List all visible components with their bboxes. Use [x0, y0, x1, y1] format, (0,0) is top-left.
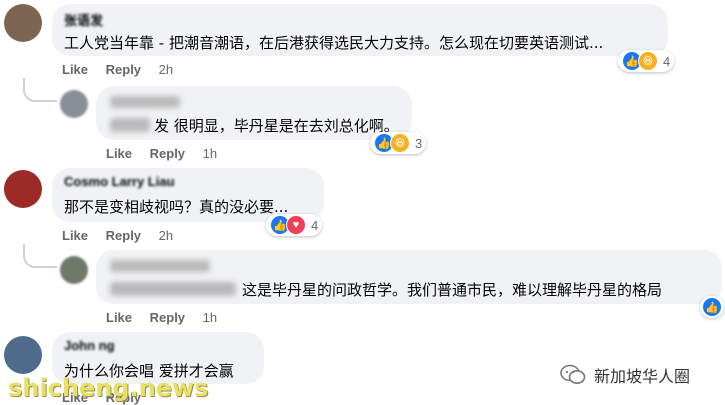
haha-reaction-icon: 😆	[390, 133, 410, 153]
reaction-summary[interactable]: 👍 😆 4	[618, 50, 675, 72]
site-watermark: shicheng.news	[8, 374, 209, 402]
love-reaction-icon: ♥	[286, 215, 306, 235]
like-reaction-icon: 👍	[702, 297, 722, 317]
comment-bubble: 张语发 工人党当年靠 - 把潮音潮语，在后港获得选民大力支持。怎么现在切要英语测…	[52, 4, 668, 56]
comment-text: 那不是变相歧视吗？真的没必要...	[64, 198, 289, 216]
comment-bubble: 发 很明显，毕丹星是在去刘总化啊。	[96, 86, 412, 140]
like-button[interactable]: Like	[62, 228, 88, 243]
comment-author[interactable]: 张语发	[64, 10, 103, 29]
blurred-author	[110, 260, 210, 272]
like-button[interactable]: Like	[106, 146, 132, 161]
comment-actions: Like Reply 2h	[62, 228, 187, 243]
thread-connector	[23, 78, 57, 102]
comment-text: 发 很明显，毕丹星是在去刘总化啊。	[154, 117, 399, 135]
wechat-icon	[560, 364, 586, 386]
avatar[interactable]	[60, 90, 88, 118]
reaction-summary[interactable]: 👍 😆 3	[370, 132, 427, 154]
timestamp[interactable]: 1h	[203, 310, 217, 325]
wechat-account-label: 新加坡华人圈	[594, 367, 691, 386]
avatar[interactable]	[4, 4, 42, 42]
reaction-summary[interactable]: 👍 ♥ 4	[266, 214, 323, 236]
comment-actions: Like Reply 1h	[106, 310, 231, 325]
reaction-count: 3	[415, 135, 423, 151]
timestamp[interactable]: 2h	[159, 62, 173, 77]
reaction-summary[interactable]: 👍	[700, 296, 724, 318]
reply-button[interactable]: Reply	[106, 228, 141, 243]
avatar[interactable]	[60, 256, 88, 284]
like-button[interactable]: Like	[62, 62, 88, 77]
avatar[interactable]	[4, 336, 42, 374]
blurred-name-prefix	[110, 282, 236, 296]
reaction-count: 4	[663, 53, 671, 69]
comment-author[interactable]: Cosmo Larry Liau	[64, 174, 175, 189]
haha-reaction-icon: 😆	[638, 51, 658, 71]
comment-author[interactable]: John ng	[64, 338, 115, 353]
blurred-name-prefix	[110, 118, 150, 132]
timestamp[interactable]: 2h	[159, 228, 173, 243]
like-button[interactable]: Like	[106, 310, 132, 325]
reaction-count: 4	[311, 217, 319, 233]
comment-text: 这是毕丹星的问政哲学。我们普通市民，难以理解毕丹星的格局	[242, 281, 663, 299]
wechat-watermark: 新加坡华人圈	[560, 360, 690, 390]
reply-button[interactable]: Reply	[150, 310, 185, 325]
thread-connector	[23, 244, 57, 268]
avatar[interactable]	[4, 170, 42, 208]
comment-actions: Like Reply 2h	[62, 62, 187, 77]
timestamp[interactable]: 1h	[203, 146, 217, 161]
comment-bubble: 这是毕丹星的问政哲学。我们普通市民，难以理解毕丹星的格局	[96, 250, 722, 304]
reply-button[interactable]: Reply	[150, 146, 185, 161]
blurred-author	[110, 96, 180, 108]
comment-text: 工人党当年靠 - 把潮音潮语，在后港获得选民大力支持。怎么现在切要英语测试...	[64, 34, 604, 52]
comment-actions: Like Reply 1h	[106, 146, 231, 161]
reply-button[interactable]: Reply	[106, 62, 141, 77]
